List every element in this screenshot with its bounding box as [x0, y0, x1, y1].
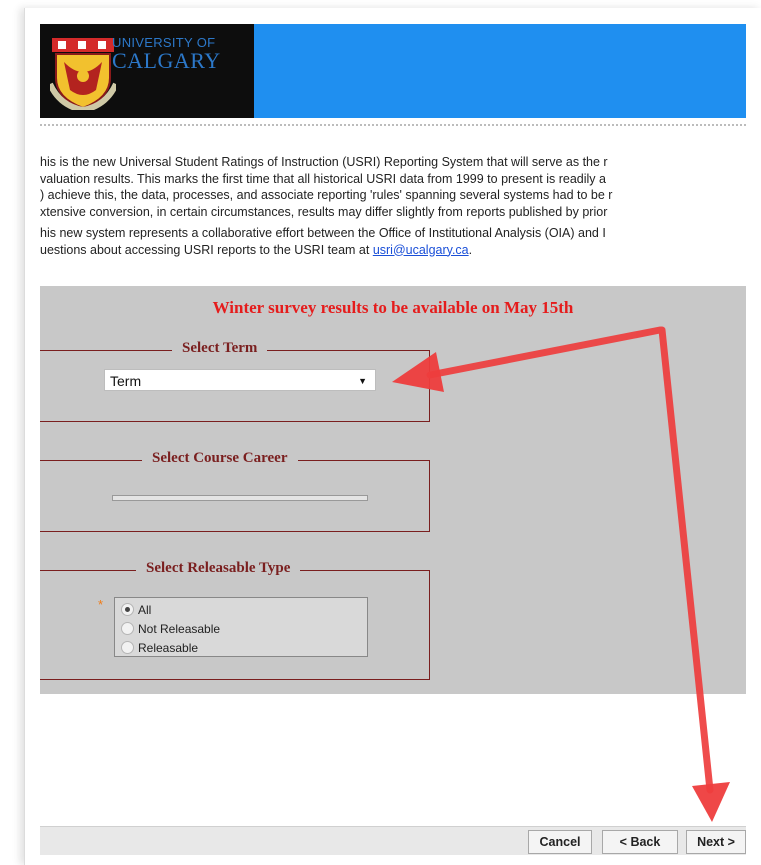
- university-logo: UNIVERSITY OF CALGARY: [40, 24, 254, 118]
- intro-line: valuation results. This marks the first …: [40, 171, 606, 186]
- cancel-button[interactable]: Cancel: [528, 830, 592, 854]
- career-fieldset: Select Course Career: [40, 450, 430, 532]
- term-fieldset: Select Term Term ▼: [40, 340, 430, 422]
- radio-option-releasable[interactable]: Releasable: [115, 638, 367, 657]
- header-banner: UNIVERSITY OF CALGARY: [40, 24, 746, 118]
- university-name-line2: CALGARY: [112, 48, 221, 73]
- intro-line: xtensive conversion, in certain circumst…: [40, 204, 608, 219]
- radio-selected-icon[interactable]: [121, 603, 134, 616]
- dotted-divider: [40, 124, 746, 126]
- releasable-fieldset: Select Releasable Type * All Not Releasa…: [40, 560, 430, 680]
- radio-label: Releasable: [138, 640, 199, 655]
- radio-label: Not Releasable: [138, 621, 221, 636]
- intro-line: his new system represents a collaborativ…: [40, 226, 606, 240]
- intro-contact-line: uestions about accessing USRI reports to…: [40, 242, 746, 259]
- term-select-value: Term: [110, 373, 142, 389]
- course-career-select[interactable]: [112, 495, 368, 501]
- contact-prefix: uestions about accessing USRI reports to…: [40, 242, 373, 257]
- winter-notice: Winter survey results to be available on…: [212, 298, 574, 317]
- radio-label: All: [138, 602, 152, 617]
- radio-option-not-releasable[interactable]: Not Releasable: [115, 619, 367, 638]
- releasable-radio-group: All Not Releasable Releasable: [114, 597, 368, 657]
- coat-of-arms-icon: [50, 38, 116, 110]
- wizard-footer: Cancel < Back Next >: [40, 826, 746, 855]
- back-button[interactable]: < Back: [602, 830, 678, 854]
- intro-line: ) achieve this, the data, processes, and…: [40, 188, 613, 202]
- radio-unselected-icon[interactable]: [121, 622, 134, 635]
- releasable-legend: Select Releasable Type: [136, 560, 301, 577]
- dropdown-arrow-icon: ▼: [358, 376, 367, 386]
- radio-unselected-icon[interactable]: [121, 641, 134, 654]
- next-button[interactable]: Next >: [686, 830, 746, 854]
- intro-line: his is the new Universal Student Ratings…: [40, 155, 608, 169]
- career-legend: Select Course Career: [142, 450, 298, 467]
- term-legend: Select Term: [172, 340, 268, 357]
- report-form-panel: Winter survey results to be available on…: [40, 286, 746, 694]
- required-marker: *: [98, 597, 104, 612]
- radio-option-all[interactable]: All: [115, 600, 367, 619]
- contact-suffix: .: [468, 242, 473, 257]
- intro-text: his is the new Universal Student Ratings…: [40, 154, 746, 258]
- usri-email-link[interactable]: usri@ucalgary.ca: [373, 243, 469, 257]
- term-select[interactable]: Term ▼: [104, 369, 376, 391]
